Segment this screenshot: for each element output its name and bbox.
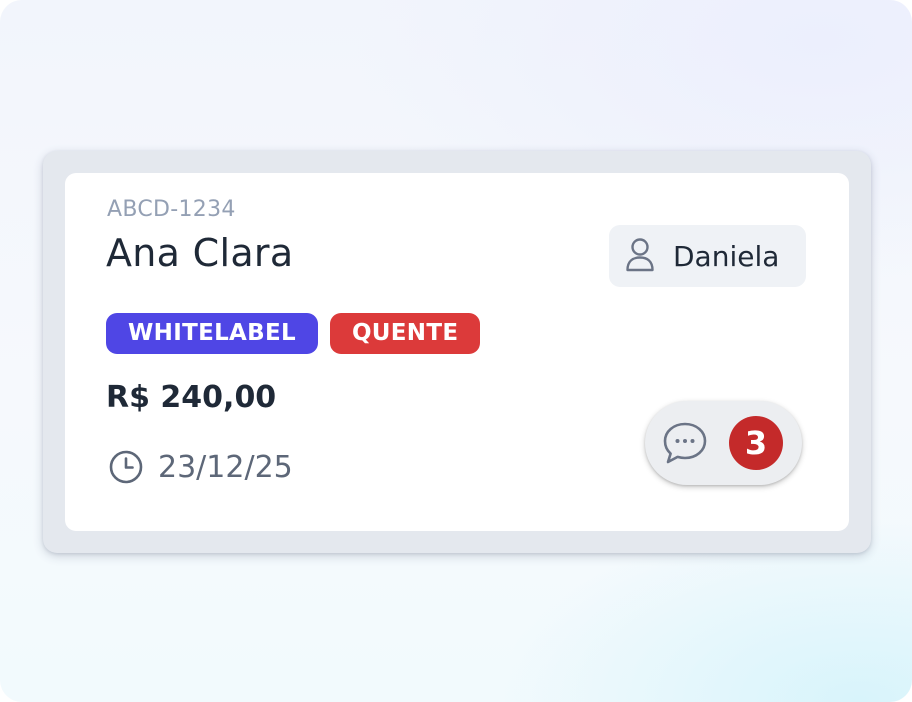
background-canvas: ABCD-1234 Ana Clara Daniela WHITELABEL Q… [0,0,912,702]
lead-name: Ana Clara [106,231,294,275]
chat-bubble-icon [660,418,710,468]
assignee-chip[interactable]: Daniela [609,225,806,287]
lead-code: ABCD-1234 [107,197,236,222]
comments-button[interactable]: 3 [645,401,802,485]
lead-value: R$ 240,00 [106,380,277,415]
user-icon [624,236,656,276]
comment-count-badge: 3 [729,416,783,470]
assignee-name: Daniela [673,239,780,273]
card-frame: ABCD-1234 Ana Clara Daniela WHITELABEL Q… [43,151,871,553]
lead-card[interactable]: ABCD-1234 Ana Clara Daniela WHITELABEL Q… [65,173,849,531]
tag-quente[interactable]: QUENTE [329,313,481,354]
due-date-text: 23/12/25 [158,449,293,485]
due-date: 23/12/25 [108,449,293,485]
tag-whitelabel[interactable]: WHITELABEL [106,313,318,354]
tag-list: WHITELABEL QUENTE [106,313,481,354]
clock-icon [108,449,144,485]
